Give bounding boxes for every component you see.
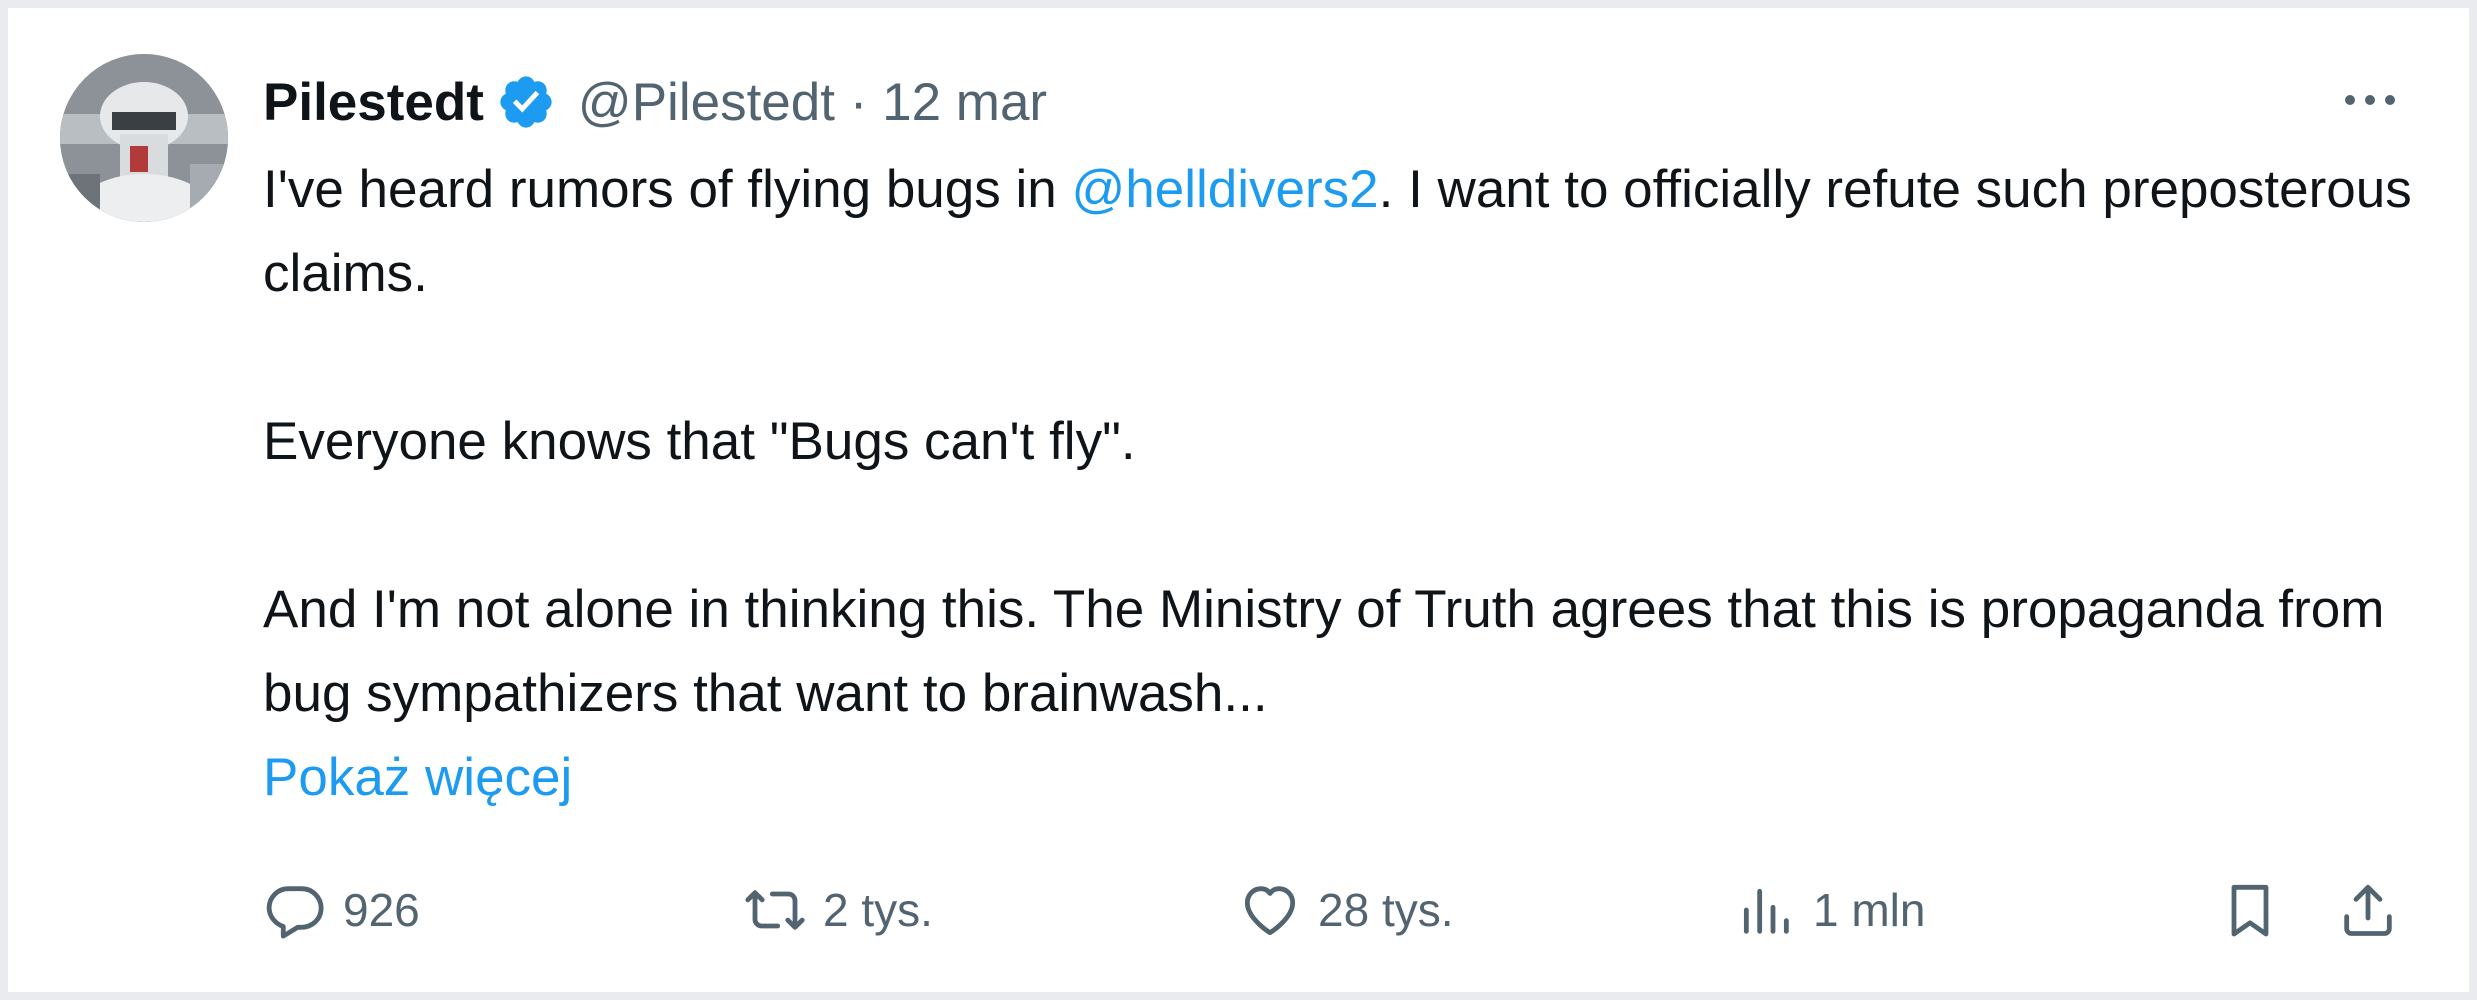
repost-count: 2 tys. [823, 884, 933, 936]
meta-separator: · [849, 72, 868, 132]
avatar[interactable] [60, 54, 228, 222]
author-handle[interactable]: @Pilestedt [578, 72, 835, 133]
avatar-image [60, 54, 228, 222]
heart-icon [1244, 886, 1296, 936]
reply-button[interactable]: 926 [263, 870, 420, 950]
tweet-paragraph-1: I've heard rumors of flying bugs in @hel… [263, 160, 2412, 303]
views-button[interactable]: 1 mln [1733, 870, 1925, 950]
author-display-name[interactable]: Pilestedt [263, 72, 484, 133]
share-upload-icon [2344, 884, 2392, 936]
tweet-text: I've heard rumors of flying bugs in @hel… [263, 148, 2413, 820]
tweet-card[interactable]: Pilestedt @Pilestedt · 12 mar I've heard… [8, 8, 2469, 992]
tweet-header: Pilestedt @Pilestedt · 12 mar [263, 66, 1047, 138]
share-button[interactable] [2336, 870, 2400, 950]
like-button[interactable]: 28 tys. [1238, 870, 1454, 950]
repost-arrows-icon [745, 890, 805, 930]
tweet-paragraph-3: And I'm not alone in thinking this. The … [263, 580, 2385, 723]
verified-badge-icon [496, 72, 556, 132]
tweet-date[interactable]: 12 mar [882, 72, 1047, 133]
reply-bubble-icon [266, 886, 324, 939]
action-bar: 926 2 tys. 28 tys. 1 mln [263, 870, 2423, 950]
like-count: 28 tys. [1318, 884, 1454, 936]
bookmark-button[interactable] [2218, 870, 2282, 950]
bar-chart-icon [1743, 888, 1789, 934]
views-count: 1 mln [1813, 884, 1926, 936]
show-more-link[interactable]: Pokaż więcej [263, 736, 572, 820]
repost-button[interactable]: 2 tys. [743, 870, 933, 950]
more-dots-icon[interactable] [2335, 70, 2405, 130]
bookmark-icon [2231, 884, 2269, 937]
mention-link[interactable]: @helldivers2 [1071, 160, 1378, 219]
tweet-paragraph-2: Everyone knows that "Bugs can't fly". [263, 412, 1136, 471]
reply-count: 926 [343, 884, 420, 936]
